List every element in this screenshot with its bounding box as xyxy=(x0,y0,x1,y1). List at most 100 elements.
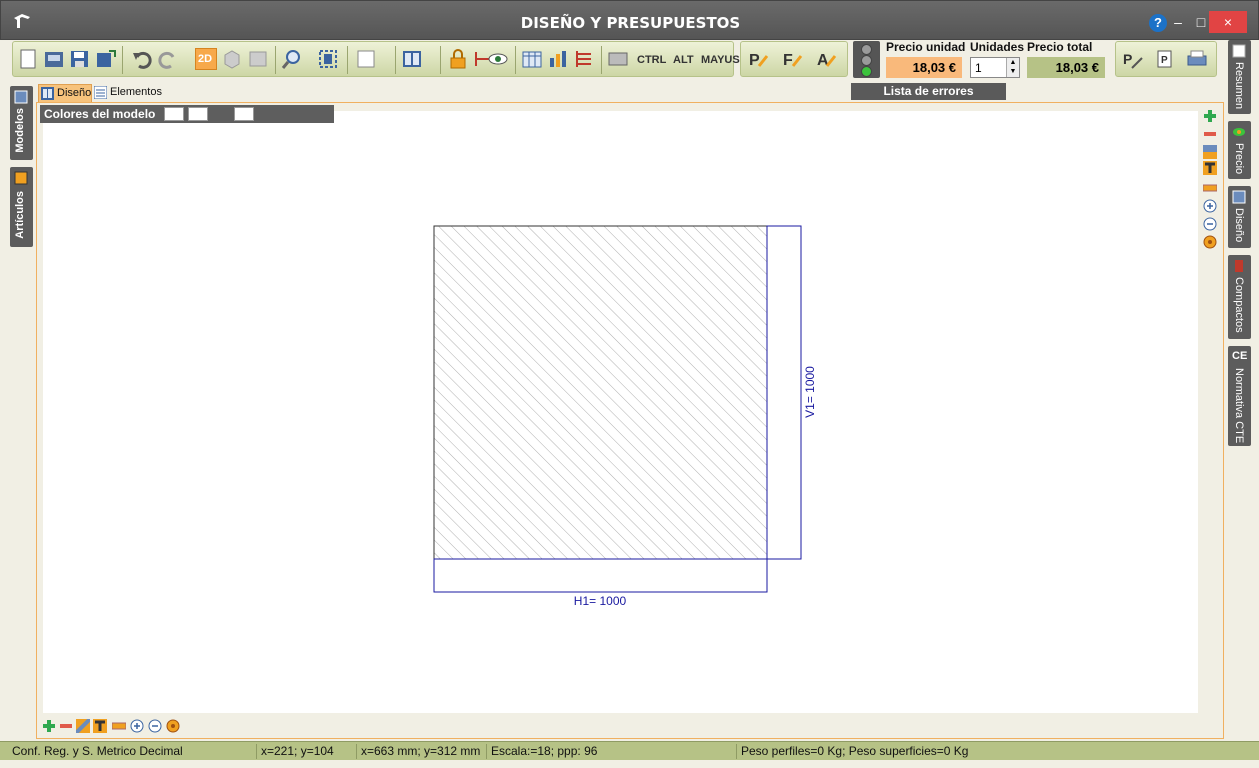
zoom-reset-icon[interactable] xyxy=(1203,235,1217,249)
remove-icon[interactable] xyxy=(59,719,73,733)
drawing-canvas[interactable]: H1= 1000 V1= 1000 xyxy=(43,111,1198,713)
window-layout-icon[interactable] xyxy=(401,48,423,70)
toolbar-divider xyxy=(122,46,123,74)
zoom-out-icon[interactable] xyxy=(148,719,162,733)
summary-icon xyxy=(1232,44,1246,58)
keyboard-icon[interactable] xyxy=(607,48,629,70)
tab-label: Resumen xyxy=(1233,62,1245,110)
undo-icon[interactable] xyxy=(131,48,153,70)
tab-articulos[interactable]: Artículos xyxy=(10,167,33,247)
add-icon[interactable] xyxy=(42,719,56,733)
edit-accessory-icon[interactable]: A xyxy=(815,48,837,70)
canvas-bottom-tools xyxy=(40,717,200,735)
error-list-button[interactable]: Lista de errores xyxy=(851,83,1006,100)
toolbar-divider xyxy=(275,46,276,74)
tab-label: Normativa CTE xyxy=(1233,368,1245,444)
svg-text:A: A xyxy=(817,52,829,69)
svg-text:P: P xyxy=(749,52,760,69)
horizontal-dimension-label[interactable]: H1= 1000 xyxy=(574,594,627,608)
view-3d-icon[interactable] xyxy=(221,48,243,70)
vertical-dimension-label[interactable]: V1= 1000 xyxy=(803,366,817,418)
frame-select-icon[interactable] xyxy=(355,48,377,70)
close-button[interactable]: × xyxy=(1209,11,1247,33)
print-preview-icon[interactable]: P xyxy=(1122,48,1144,70)
list-tree-icon[interactable] xyxy=(573,48,595,70)
tab-resumen[interactable]: Resumen xyxy=(1228,40,1251,114)
ruler-icon[interactable] xyxy=(1202,181,1218,195)
design-icon xyxy=(1232,190,1246,204)
status-scale: Escala:=18; ppp: 96 xyxy=(486,744,736,759)
status-config: Conf. Reg. y S. Metrico Decimal xyxy=(12,744,183,758)
edit-fill-icon[interactable]: F xyxy=(781,48,803,70)
tab-normativa-cte[interactable]: CE Normativa CTE xyxy=(1228,346,1251,446)
glazing-icon[interactable] xyxy=(1203,145,1217,159)
subtab-elementos[interactable]: Elementos xyxy=(92,84,162,102)
color-swatch[interactable] xyxy=(234,107,254,121)
toolbar-divider xyxy=(515,46,516,74)
new-file-icon[interactable] xyxy=(17,48,39,70)
tab-label: Artículos xyxy=(14,191,26,239)
ruler-icon[interactable] xyxy=(111,719,127,733)
save-icon[interactable] xyxy=(69,48,91,70)
open-icon[interactable] xyxy=(43,48,65,70)
total-price-value: 18,03 € xyxy=(1027,57,1105,78)
tab-label: Compactos xyxy=(1233,277,1245,333)
units-stepper[interactable]: ▲ ▼ xyxy=(1006,58,1019,77)
status-cursor-mm: x=663 mm; y=312 mm xyxy=(356,744,486,759)
model-colors-label: Colores del modelo xyxy=(44,107,156,121)
tab-label: Precio xyxy=(1233,143,1245,175)
svg-text:P: P xyxy=(1161,55,1168,66)
zoom-fit-icon[interactable] xyxy=(317,48,339,70)
subtab-label: Diseño xyxy=(57,87,92,99)
tab-precio[interactable]: Precio xyxy=(1228,121,1251,179)
title-bar: DISEÑO Y PRESUPUESTOS ? – □ × xyxy=(0,0,1259,40)
printer-icon[interactable] xyxy=(1186,48,1208,70)
add-icon[interactable] xyxy=(1203,109,1217,123)
tab-modelos[interactable]: Modelos xyxy=(10,86,33,160)
view-2d-button[interactable]: 2D xyxy=(195,48,217,70)
zoom-icon[interactable] xyxy=(281,48,303,70)
traffic-light-indicator xyxy=(853,41,880,78)
model-colors-bar: Colores del modelo xyxy=(40,105,334,123)
compact-icon xyxy=(1232,259,1246,273)
zoom-in-icon[interactable] xyxy=(1203,199,1217,213)
chart-icon[interactable] xyxy=(547,48,569,70)
svg-text:F: F xyxy=(783,52,793,69)
redo-icon[interactable] xyxy=(157,48,179,70)
zoom-in-icon[interactable] xyxy=(130,719,144,733)
subtab-diseno[interactable]: Diseño xyxy=(38,84,92,102)
edit-profile-icon[interactable]: P xyxy=(747,48,769,70)
eye-icon[interactable] xyxy=(487,48,509,70)
edit-toolbar-group: P F A xyxy=(740,41,848,77)
tab-label: Diseño xyxy=(1233,208,1245,243)
models-icon xyxy=(14,90,28,104)
tab-compactos[interactable]: Compactos xyxy=(1228,255,1251,339)
profile-t-icon[interactable] xyxy=(1203,161,1217,175)
drawing-svg: H1= 1000 V1= 1000 xyxy=(433,225,817,608)
zoom-reset-icon[interactable] xyxy=(166,719,180,733)
table-view-icon[interactable] xyxy=(521,48,543,70)
horizontal-dimension-box xyxy=(433,558,768,593)
zoom-out-icon[interactable] xyxy=(1203,217,1217,231)
report-icon[interactable]: P xyxy=(1154,48,1176,70)
glass-pane[interactable] xyxy=(433,225,768,560)
svg-text:P: P xyxy=(1123,51,1132,67)
profile-t-icon[interactable] xyxy=(93,719,107,733)
unit-price-value: 18,03 € xyxy=(886,57,962,78)
remove-icon[interactable] xyxy=(1203,127,1217,141)
color-swatch[interactable] xyxy=(188,107,208,121)
view-3d-render-icon[interactable] xyxy=(247,48,269,70)
toolbar: 2D CTRL ALT MAYUS P F A Precio unidad 18… xyxy=(0,40,1259,104)
light-green-icon xyxy=(861,66,872,77)
glazing-icon[interactable] xyxy=(74,717,92,735)
lock-icon[interactable] xyxy=(447,48,469,70)
light-off-icon xyxy=(861,44,872,55)
vertical-dimension-box xyxy=(766,225,802,560)
alt-key-indicator: ALT xyxy=(673,54,694,66)
tab-diseno[interactable]: Diseño xyxy=(1228,186,1251,248)
status-weight: Peso perfiles=0 Kg; Peso superficies=0 K… xyxy=(736,744,1236,759)
save-as-icon[interactable] xyxy=(95,48,117,70)
design-icon xyxy=(41,87,54,100)
color-swatch[interactable] xyxy=(164,107,184,121)
elements-list-icon xyxy=(93,85,108,100)
